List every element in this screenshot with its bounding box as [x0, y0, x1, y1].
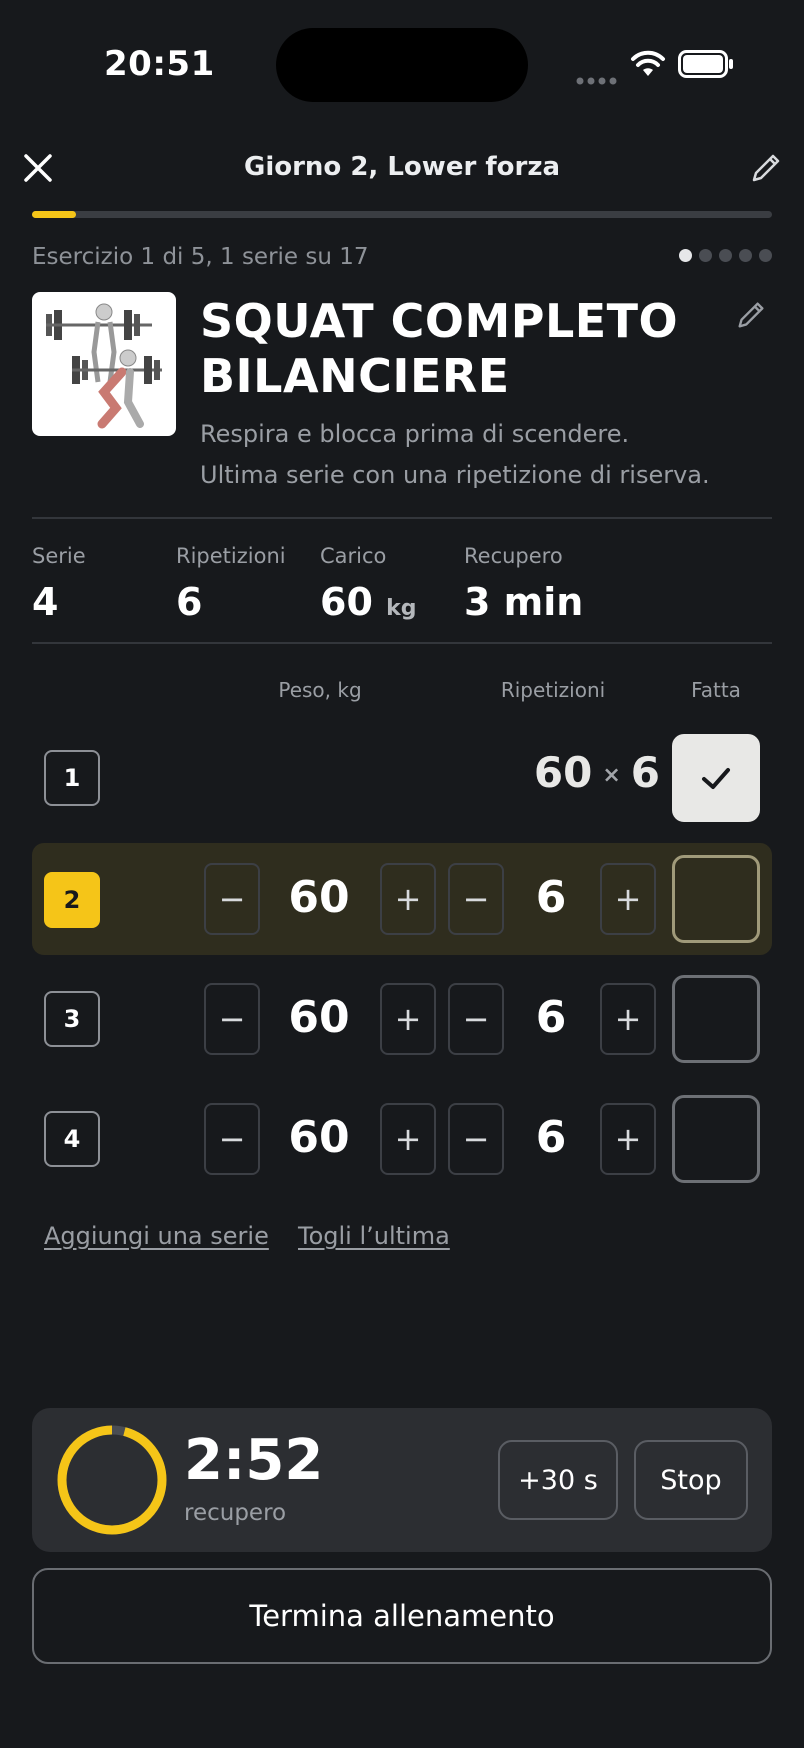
finish-workout-button[interactable]: Termina allenamento — [32, 1568, 772, 1664]
completed-weight: 60 — [533, 748, 593, 797]
reps-increase-button[interactable]: + — [600, 863, 656, 935]
rest-timer-label: recupero — [184, 1500, 287, 1526]
status-time: 20:51 — [104, 44, 215, 84]
set-done-checkbox[interactable] — [672, 734, 760, 822]
stat-value-rest: 3 min — [464, 580, 584, 624]
load-unit: kg — [386, 596, 417, 621]
stat-label-rest: Recupero — [464, 544, 563, 568]
stat-label-sets: Serie — [32, 544, 86, 568]
page-dot[interactable] — [739, 249, 752, 262]
page-dot[interactable] — [679, 249, 692, 262]
pencil-icon — [752, 154, 780, 182]
note-line: Respira e blocca prima di scendere. — [200, 420, 630, 448]
divider — [32, 642, 772, 644]
set-done-checkbox[interactable] — [672, 1095, 760, 1183]
weight-value[interactable]: 60 — [275, 872, 363, 923]
edit-workout-button[interactable] — [748, 150, 784, 186]
remove-last-set-link[interactable]: Togli l’ultima — [298, 1222, 450, 1250]
stat-label-reps: Ripetizioni — [176, 544, 286, 568]
reps-value[interactable]: 6 — [507, 992, 595, 1043]
weight-value[interactable]: 60 — [275, 992, 363, 1043]
column-header-reps: Ripetizioni — [500, 678, 606, 702]
page-dot[interactable] — [759, 249, 772, 262]
column-header-weight: Peso, kg — [278, 678, 362, 702]
rest-timer-value: 2:52 — [184, 1428, 324, 1493]
workout-title: Giorno 2, Lower forza — [243, 152, 560, 182]
times-sign: × — [602, 763, 621, 788]
add-30s-button[interactable]: +30 s — [498, 1440, 618, 1520]
reps-decrease-button[interactable]: − — [448, 1103, 504, 1175]
exercise-name: SQUAT COMPLETO BILANCIERE — [200, 294, 720, 404]
stat-value-reps: 6 — [176, 580, 203, 624]
stat-label-load: Carico — [320, 544, 387, 568]
weight-increase-button[interactable]: + — [380, 863, 436, 935]
checkmark-icon — [702, 768, 730, 789]
dynamic-island — [276, 28, 528, 102]
completed-set-summary: 60 × 6 — [460, 748, 660, 797]
set-number: 4 — [44, 1111, 100, 1167]
weight-decrease-button[interactable]: − — [204, 863, 260, 935]
page-dot[interactable] — [719, 249, 732, 262]
set-number: 3 — [44, 991, 100, 1047]
reps-value[interactable]: 6 — [507, 872, 595, 923]
exercise-name-line: SQUAT COMPLETO — [200, 294, 679, 348]
stat-value-sets: 4 — [32, 580, 59, 624]
weight-decrease-button[interactable]: − — [204, 983, 260, 1055]
set-number: 2 — [44, 872, 100, 928]
rest-timer-ring — [54, 1422, 170, 1542]
add-set-link[interactable]: Aggiungi una serie — [44, 1222, 269, 1250]
wifi-icon — [630, 50, 666, 82]
weight-increase-button[interactable]: + — [380, 983, 436, 1055]
exercise-name-line: BILANCIERE — [200, 349, 510, 403]
note-line: Ultima serie con una ripetizione di rise… — [200, 461, 710, 489]
stop-timer-button[interactable]: Stop — [634, 1440, 748, 1520]
stat-value-load: 60 kg — [320, 580, 417, 624]
reps-increase-button[interactable]: + — [600, 1103, 656, 1175]
weight-value[interactable]: 60 — [275, 1112, 363, 1163]
load-value: 60 — [320, 580, 373, 624]
edit-exercise-button[interactable] — [734, 298, 768, 332]
weight-decrease-button[interactable]: − — [204, 1103, 260, 1175]
pencil-icon — [738, 302, 764, 328]
signal-icon — [576, 70, 618, 89]
divider — [32, 517, 772, 519]
exercise-counter: Esercizio 1 di 5, 1 serie su 17 — [32, 244, 369, 270]
workout-progress-fill — [32, 211, 76, 218]
set-done-checkbox[interactable] — [672, 855, 760, 943]
set-done-checkbox[interactable] — [672, 975, 760, 1063]
reps-decrease-button[interactable]: − — [448, 983, 504, 1055]
completed-reps: 6 — [630, 748, 660, 797]
workout-progress-track — [32, 211, 772, 218]
reps-decrease-button[interactable]: − — [448, 863, 504, 935]
battery-icon — [678, 50, 734, 82]
weight-increase-button[interactable]: + — [380, 1103, 436, 1175]
reps-increase-button[interactable]: + — [600, 983, 656, 1055]
column-header-done: Fatta — [691, 678, 741, 702]
page-dot[interactable] — [699, 249, 712, 262]
reps-value[interactable]: 6 — [507, 1112, 595, 1163]
exercise-thumbnail[interactable] — [32, 292, 176, 436]
set-number: 1 — [44, 750, 100, 806]
exercise-note: Respira e blocca prima di scendere. Ulti… — [200, 414, 780, 496]
